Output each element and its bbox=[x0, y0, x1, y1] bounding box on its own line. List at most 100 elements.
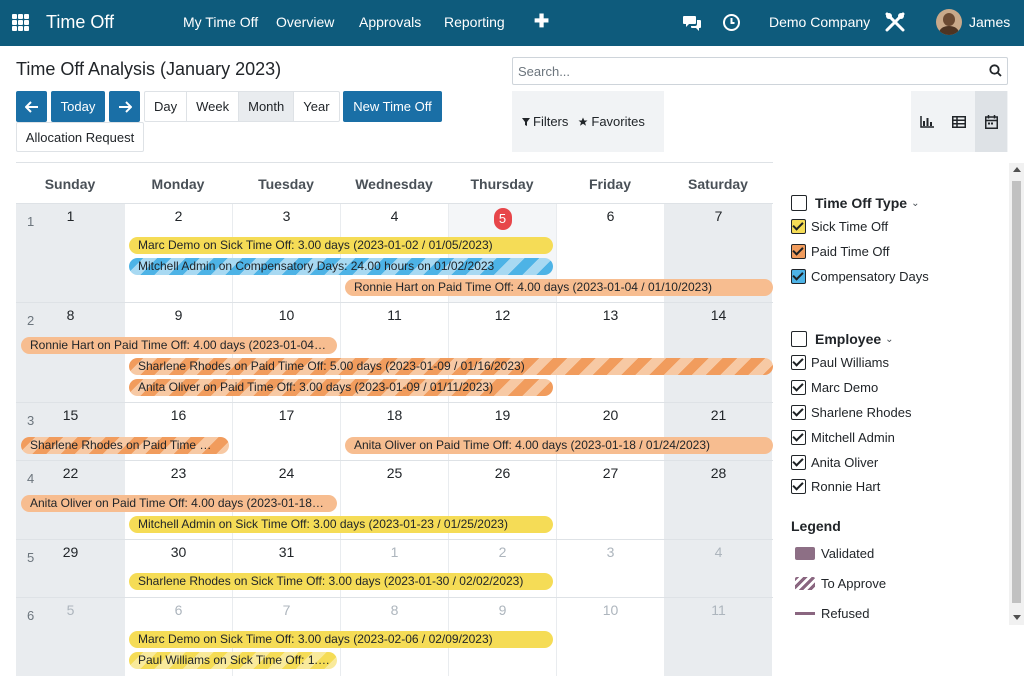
day-number[interactable]: 10 bbox=[557, 602, 664, 618]
graph-view-button[interactable] bbox=[911, 91, 943, 152]
day-number[interactable]: 3 bbox=[233, 208, 340, 224]
scale-week-button[interactable]: Week bbox=[187, 92, 240, 121]
day-number[interactable]: 13 bbox=[557, 307, 664, 323]
employee-checkbox[interactable] bbox=[791, 405, 806, 420]
allocation-request-button[interactable]: Allocation Request bbox=[16, 122, 144, 152]
calendar-day-cell[interactable]: 11 bbox=[16, 204, 124, 302]
chevron-down-icon[interactable]: ⌄ bbox=[911, 198, 919, 209]
time-off-type-filter-header[interactable]: Time Off Type ⌄ bbox=[791, 195, 919, 211]
day-number[interactable]: 5 bbox=[449, 208, 556, 230]
employee-checkbox[interactable] bbox=[791, 355, 806, 370]
filter-sick-time-off[interactable]: Sick Time Off bbox=[791, 219, 888, 234]
employee-checkbox[interactable] bbox=[791, 430, 806, 445]
app-title[interactable]: Time Off bbox=[46, 12, 114, 33]
day-number[interactable]: 28 bbox=[665, 465, 772, 481]
event-sharlene-rhodes-paid[interactable]: Sharlene Rhodes on Paid Time Off: 5.00 d… bbox=[129, 358, 773, 375]
day-number[interactable]: 17 bbox=[233, 407, 340, 423]
day-number[interactable]: 6 bbox=[557, 208, 664, 224]
employee-checkbox[interactable] bbox=[791, 479, 806, 494]
scale-day-button[interactable]: Day bbox=[145, 92, 188, 121]
apps-menu-icon[interactable] bbox=[12, 14, 29, 31]
calendar-day-cell[interactable]: 4 bbox=[664, 540, 772, 597]
day-number[interactable]: 14 bbox=[665, 307, 772, 323]
event-sharlene-rhodes-paid-cont[interactable]: Sharlene Rhodes on Paid Time … bbox=[21, 437, 229, 454]
menu-approvals[interactable]: Approvals bbox=[359, 14, 421, 30]
day-number[interactable]: 21 bbox=[665, 407, 772, 423]
debug-tools-icon[interactable] bbox=[884, 11, 906, 36]
scroll-down-arrow-icon[interactable] bbox=[1013, 615, 1021, 620]
calendar-day-cell[interactable]: 17 bbox=[232, 403, 340, 460]
event-sharlene-rhodes-sick[interactable]: Sharlene Rhodes on Sick Time Off: 3.00 d… bbox=[129, 573, 553, 590]
calendar-day-cell[interactable]: 13 bbox=[556, 303, 664, 402]
scale-month-button[interactable]: Month bbox=[239, 92, 295, 121]
day-number[interactable]: 25 bbox=[341, 465, 448, 481]
user-avatar[interactable] bbox=[936, 9, 962, 35]
calendar-day-cell[interactable]: 27 bbox=[556, 461, 664, 539]
filter-paid-time-off[interactable]: Paid Time Off bbox=[791, 244, 890, 259]
day-number[interactable]: 7 bbox=[665, 208, 772, 224]
next-button[interactable] bbox=[109, 91, 140, 122]
employee-filter-header[interactable]: Employee ⌄ bbox=[791, 331, 894, 347]
new-item-plus-button[interactable]: ✚ bbox=[534, 11, 549, 32]
compensatory-days-checkbox[interactable] bbox=[791, 269, 806, 284]
employee-checkbox[interactable] bbox=[791, 455, 806, 470]
day-number[interactable]: 19 bbox=[449, 407, 556, 423]
day-number[interactable]: 31 bbox=[233, 544, 340, 560]
event-anita-oliver-paid[interactable]: Anita Oliver on Paid Time Off: 3.00 days… bbox=[129, 379, 553, 396]
filter-employee[interactable]: Sharlene Rhodes bbox=[791, 405, 911, 420]
event-marc-demo-sick[interactable]: Marc Demo on Sick Time Off: 3.00 days (2… bbox=[129, 237, 553, 254]
day-number[interactable]: 8 bbox=[341, 602, 448, 618]
previous-button[interactable] bbox=[16, 91, 47, 122]
filter-employee[interactable]: Marc Demo bbox=[791, 380, 878, 395]
pivot-view-button[interactable] bbox=[943, 91, 975, 152]
chevron-down-icon[interactable]: ⌄ bbox=[885, 334, 893, 345]
filter-employee[interactable]: Mitchell Admin bbox=[791, 430, 895, 445]
day-number[interactable]: 6 bbox=[125, 602, 232, 618]
day-number[interactable]: 4 bbox=[665, 544, 772, 560]
employee-checkbox[interactable] bbox=[791, 380, 806, 395]
day-number[interactable]: 26 bbox=[449, 465, 556, 481]
day-number[interactable]: 2 bbox=[449, 544, 556, 560]
day-number[interactable]: 27 bbox=[557, 465, 664, 481]
event-mitchell-admin-sick[interactable]: Mitchell Admin on Sick Time Off: 3.00 da… bbox=[129, 516, 553, 533]
sick-time-off-checkbox[interactable] bbox=[791, 219, 806, 234]
filter-employee[interactable]: Anita Oliver bbox=[791, 455, 878, 470]
day-number[interactable]: 1 bbox=[341, 544, 448, 560]
event-anita-oliver-paid-2-cont[interactable]: Anita Oliver on Paid Time Off: 4.00 days… bbox=[21, 495, 337, 512]
menu-my-time-off[interactable]: My Time Off bbox=[183, 14, 258, 30]
chat-icon[interactable] bbox=[682, 14, 702, 35]
event-mitchell-admin-compensatory[interactable]: Mitchell Admin on Compensatory Days: 24.… bbox=[129, 258, 553, 275]
day-number[interactable]: 9 bbox=[125, 307, 232, 323]
search-icon[interactable] bbox=[989, 64, 1002, 80]
menu-reporting[interactable]: Reporting bbox=[444, 14, 505, 30]
calendar-day-cell[interactable]: 3 bbox=[556, 540, 664, 597]
activity-clock-icon[interactable] bbox=[722, 13, 741, 35]
day-number[interactable]: 11 bbox=[665, 602, 772, 618]
event-marc-demo-sick-feb[interactable]: Marc Demo on Sick Time Off: 3.00 days (2… bbox=[129, 631, 553, 648]
calendar-view-button[interactable] bbox=[975, 91, 1007, 152]
user-menu[interactable]: James bbox=[969, 14, 1010, 30]
day-number[interactable]: 10 bbox=[233, 307, 340, 323]
day-number[interactable]: 16 bbox=[125, 407, 232, 423]
company-switcher[interactable]: Demo Company bbox=[769, 14, 870, 30]
sidebar-scrollbar[interactable] bbox=[1009, 163, 1024, 625]
day-number[interactable]: 7 bbox=[233, 602, 340, 618]
day-number[interactable]: 24 bbox=[233, 465, 340, 481]
new-time-off-button[interactable]: New Time Off bbox=[343, 91, 442, 122]
calendar-day-cell[interactable]: 29 5 bbox=[16, 540, 124, 597]
scroll-up-arrow-icon[interactable] bbox=[1013, 167, 1021, 172]
event-ronnie-hart-paid[interactable]: Ronnie Hart on Paid Time Off: 4.00 days … bbox=[345, 279, 773, 296]
scroll-thumb[interactable] bbox=[1012, 181, 1021, 603]
day-number[interactable]: 20 bbox=[557, 407, 664, 423]
today-button[interactable]: Today bbox=[51, 91, 105, 122]
filter-employee[interactable]: Ronnie Hart bbox=[791, 479, 880, 494]
scale-year-button[interactable]: Year bbox=[294, 92, 338, 121]
calendar-day-cell[interactable]: 10 bbox=[556, 598, 664, 676]
day-number[interactable]: 11 bbox=[341, 307, 448, 323]
event-ronnie-hart-paid-cont[interactable]: Ronnie Hart on Paid Time Off: 4.00 days … bbox=[21, 337, 337, 354]
paid-time-off-checkbox[interactable] bbox=[791, 244, 806, 259]
day-number[interactable]: 2 bbox=[125, 208, 232, 224]
search-input[interactable] bbox=[513, 58, 973, 84]
calendar-day-cell[interactable]: 11 bbox=[664, 598, 772, 676]
day-number[interactable]: 30 bbox=[125, 544, 232, 560]
